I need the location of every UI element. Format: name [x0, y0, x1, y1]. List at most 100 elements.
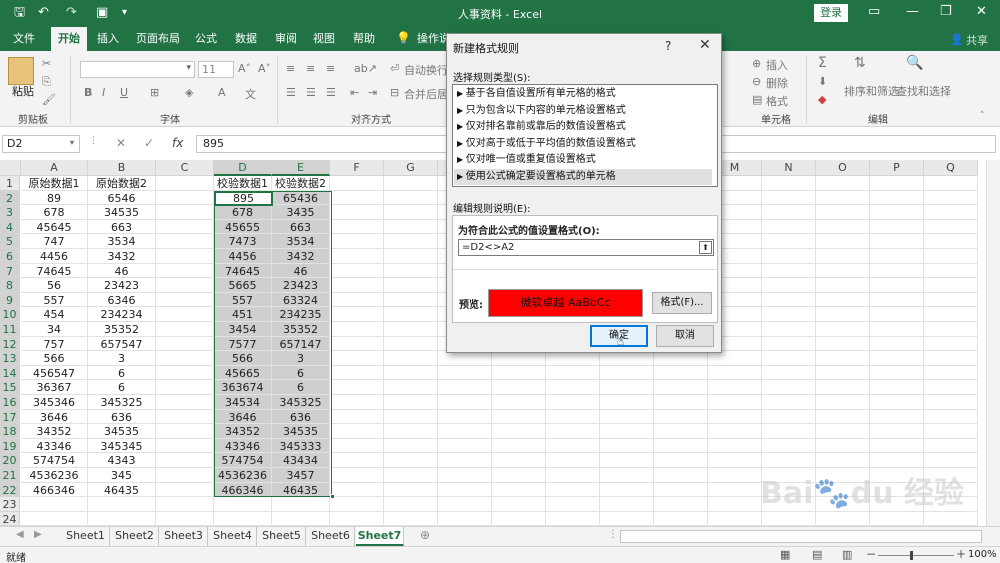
cell[interactable]: 747 — [21, 234, 88, 249]
cell[interactable]: 4343 — [88, 453, 156, 468]
cell[interactable]: 34535 — [272, 424, 330, 439]
cell[interactable] — [816, 307, 870, 322]
align-left-icon[interactable]: ☰ — [286, 86, 296, 99]
cell[interactable] — [156, 468, 214, 483]
cell[interactable] — [156, 278, 214, 293]
cell[interactable]: 636 — [88, 409, 156, 425]
cell[interactable] — [870, 190, 924, 206]
cell[interactable]: 657147 — [272, 336, 330, 352]
row-header[interactable]: 23 — [0, 497, 20, 512]
cell[interactable] — [384, 438, 438, 454]
cell[interactable] — [816, 351, 870, 366]
cell[interactable]: 23423 — [88, 278, 156, 293]
share-button[interactable]: 共享 — [966, 32, 988, 48]
cell[interactable] — [816, 395, 870, 410]
italic-icon[interactable]: I — [102, 86, 105, 99]
cell[interactable] — [156, 322, 214, 337]
cell[interactable]: 3 — [272, 351, 330, 366]
cell[interactable] — [870, 424, 924, 439]
cell[interactable] — [21, 497, 88, 512]
cell[interactable] — [384, 497, 438, 512]
row-header[interactable]: 17 — [0, 409, 20, 425]
confirm-entry-icon[interactable]: ✓ — [144, 136, 154, 150]
cell[interactable] — [492, 482, 546, 498]
cell[interactable] — [330, 307, 384, 322]
cell[interactable]: 4456 — [21, 249, 88, 264]
cell[interactable] — [330, 365, 384, 381]
cell[interactable] — [384, 511, 438, 526]
cell[interactable] — [654, 453, 708, 468]
cell[interactable] — [156, 497, 214, 512]
row-header[interactable]: 2 — [0, 190, 20, 206]
cell[interactable] — [924, 511, 978, 526]
cell[interactable]: 345325 — [88, 395, 156, 410]
cell[interactable] — [870, 438, 924, 454]
cell[interactable]: 345 — [88, 468, 156, 483]
cell[interactable] — [384, 351, 438, 366]
align-middle-icon[interactable]: ≡ — [306, 62, 315, 75]
cell[interactable] — [384, 453, 438, 468]
cell[interactable]: 3534 — [272, 234, 330, 249]
cell[interactable] — [156, 424, 214, 439]
bold-icon[interactable]: B — [84, 86, 92, 99]
cell[interactable]: 663 — [272, 219, 330, 235]
cell[interactable] — [816, 205, 870, 220]
cell[interactable]: 5665 — [214, 278, 272, 293]
cell[interactable] — [870, 234, 924, 249]
column-header[interactable]: C — [156, 160, 214, 176]
column-header[interactable]: F — [330, 160, 384, 176]
cell[interactable] — [546, 453, 600, 468]
cell[interactable]: 451 — [214, 307, 272, 322]
cell[interactable] — [762, 322, 816, 337]
close-icon[interactable]: ✕ — [699, 37, 711, 53]
cell[interactable] — [438, 482, 492, 498]
cell[interactable]: 3646 — [21, 409, 88, 425]
lightbulb-icon[interactable]: 💡 — [396, 31, 411, 45]
cell[interactable]: 574754 — [214, 453, 272, 468]
tab-6[interactable]: 审阅 — [268, 27, 304, 51]
cancel-button[interactable]: 取消 — [656, 325, 714, 347]
cell[interactable] — [924, 190, 978, 206]
cell[interactable] — [330, 380, 384, 395]
cell[interactable] — [384, 219, 438, 235]
cell[interactable] — [438, 365, 492, 381]
cell[interactable] — [492, 351, 546, 366]
cell[interactable] — [156, 438, 214, 454]
cell[interactable] — [816, 322, 870, 337]
cell[interactable] — [88, 497, 156, 512]
cell[interactable]: 46435 — [272, 482, 330, 498]
cell[interactable] — [816, 438, 870, 454]
rule-type-item[interactable]: ▶ 只为包含以下内容的单元格设置格式 — [457, 103, 715, 119]
cell[interactable] — [924, 336, 978, 352]
cell[interactable]: 43346 — [21, 438, 88, 454]
cell[interactable] — [654, 468, 708, 483]
cell[interactable] — [21, 511, 88, 526]
format-cells-button[interactable]: 格式 — [766, 93, 788, 109]
cell[interactable] — [272, 511, 330, 526]
cell[interactable] — [924, 205, 978, 220]
cell[interactable]: 校验数据2 — [272, 176, 330, 191]
cell[interactable] — [330, 482, 384, 498]
cell[interactable]: 35352 — [272, 322, 330, 337]
cell[interactable] — [156, 307, 214, 322]
column-header[interactable]: D — [214, 160, 272, 176]
cell[interactable]: 345333 — [272, 438, 330, 454]
cell[interactable] — [924, 365, 978, 381]
cell[interactable] — [762, 511, 816, 526]
sheet-tab[interactable]: Sheet6 — [307, 527, 355, 546]
page-break-icon[interactable]: ▥ — [842, 548, 852, 561]
column-header[interactable]: G — [384, 160, 438, 176]
cell[interactable] — [708, 351, 762, 366]
cell[interactable] — [870, 263, 924, 279]
cell[interactable] — [492, 395, 546, 410]
cell[interactable] — [600, 468, 654, 483]
cell[interactable] — [708, 453, 762, 468]
minimize-icon[interactable]: — — [906, 4, 919, 19]
cell[interactable]: 34352 — [214, 424, 272, 439]
paste-icon[interactable] — [8, 57, 34, 85]
zoom-in-icon[interactable]: + — [956, 547, 966, 561]
cell[interactable] — [762, 438, 816, 454]
cell[interactable] — [708, 482, 762, 498]
format-painter-icon[interactable]: 🖌 — [42, 93, 56, 106]
cell[interactable] — [762, 307, 816, 322]
